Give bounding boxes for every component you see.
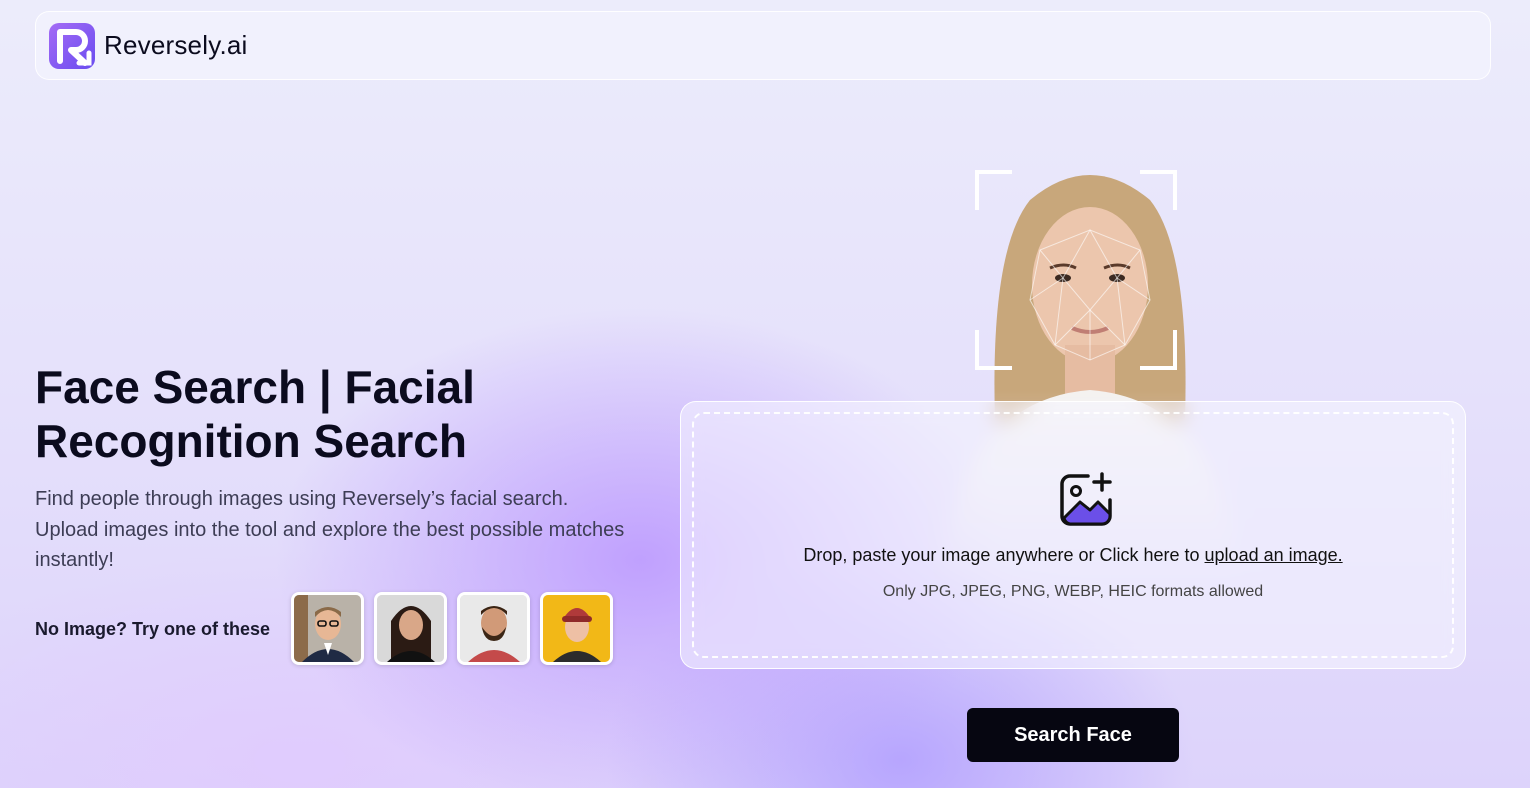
upload-format-hint: Only JPG, JPEG, PNG, WEBP, HEIC formats …: [882, 583, 1264, 600]
hero-description: Find people through images using Reverse…: [35, 488, 625, 571]
sample-woman-beanie[interactable]: [540, 592, 613, 665]
upload-dashed-border: Drop, paste your image anywhere or Click…: [692, 412, 1454, 658]
sample-images-label: No Image? Try one of these: [35, 619, 271, 639]
search-face-button[interactable]: Search Face: [967, 708, 1179, 762]
page-title: Face Search | Facial Recognition Search: [35, 361, 475, 467]
brand-name[interactable]: Reversely.ai: [104, 30, 248, 61]
logo-r-icon[interactable]: [49, 23, 95, 69]
sample-man-beard[interactable]: [457, 592, 530, 665]
sample-woman-dark-hair[interactable]: [374, 592, 447, 665]
upload-instructions: Drop, paste your image anywhere or Click…: [694, 545, 1452, 566]
sample-images: [291, 592, 613, 665]
image-add-icon: [1060, 472, 1112, 526]
upload-text-prefix: Drop, paste your image anywhere or Click…: [803, 545, 1205, 565]
sample-man-glasses[interactable]: [291, 592, 364, 665]
top-navbar: Reversely.ai: [35, 11, 1491, 80]
upload-link[interactable]: upload an image.: [1205, 545, 1343, 565]
upload-dropzone[interactable]: Drop, paste your image anywhere or Click…: [680, 401, 1466, 669]
